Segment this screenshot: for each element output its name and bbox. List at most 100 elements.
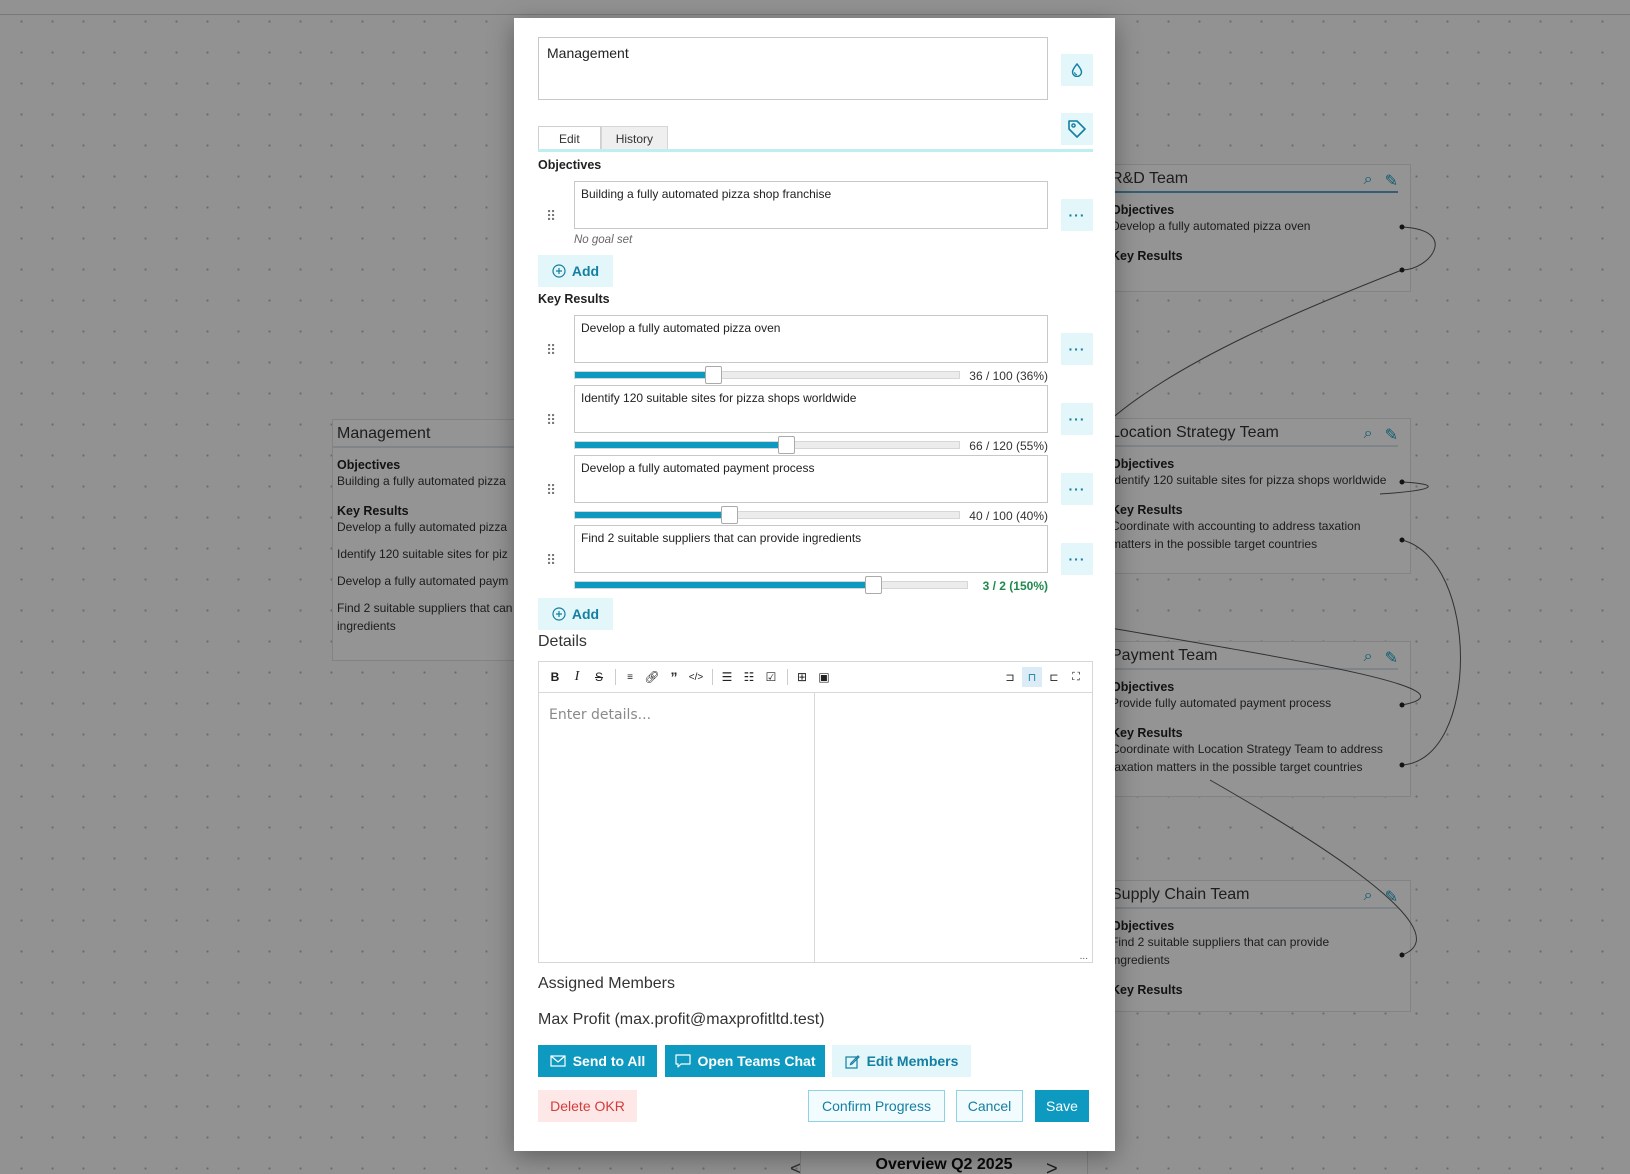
toolbar-separator xyxy=(712,669,713,685)
tag-button[interactable] xyxy=(1061,113,1093,145)
details-markdown-editor: B I S ≡ 🔗︎ ” </> ☰ ☷ ☑ ⊞ ▣ ⊐ ⊓ ⊏ ⛶ Enter… xyxy=(538,661,1093,963)
drag-handle-icon[interactable]: ⠿ xyxy=(546,482,556,499)
key-result-progress-text: 36 / 100 (36%) xyxy=(969,369,1048,383)
key-result-input[interactable]: Identify 120 suitable sites for pizza sh… xyxy=(574,385,1048,433)
details-placeholder: Enter details... xyxy=(549,707,652,723)
drag-handle-icon[interactable]: ⠿ xyxy=(546,552,556,569)
quote-icon[interactable]: ” xyxy=(664,667,684,687)
slider-thumb[interactable] xyxy=(720,506,738,524)
bold-icon[interactable]: B xyxy=(545,667,565,687)
more-icon: ··· xyxy=(1068,207,1086,223)
key-result-text: Find 2 suitable suppliers that can provi… xyxy=(581,531,862,545)
add-label: Add xyxy=(571,263,600,279)
tag-icon xyxy=(1068,120,1086,138)
key-result-more-button[interactable]: ··· xyxy=(1061,333,1093,365)
details-input-pane[interactable]: Enter details... xyxy=(539,693,815,962)
droplet-icon xyxy=(1071,63,1083,77)
key-result-input[interactable]: Develop a fully automated payment proces… xyxy=(574,455,1048,503)
toolbar-separator xyxy=(615,669,616,685)
key-result-progress-text: 40 / 100 (40%) xyxy=(969,509,1048,523)
drag-handle-icon[interactable]: ⠿ xyxy=(546,342,556,359)
add-objective-button[interactable]: Add xyxy=(538,255,613,287)
open-teams-chat-button[interactable]: Open Teams Chat xyxy=(665,1045,825,1077)
more-icon: ··· xyxy=(1068,551,1086,567)
okr-name-value: Management xyxy=(547,45,629,61)
plus-circle-icon xyxy=(552,607,566,621)
more-icon: ··· xyxy=(1068,481,1086,497)
task-list-icon[interactable]: ☑ xyxy=(761,667,781,687)
slider-fill xyxy=(575,582,873,588)
strikethrough-icon[interactable]: S xyxy=(589,667,609,687)
mail-icon xyxy=(550,1055,566,1067)
dialog-tabs: Edit History xyxy=(538,126,669,150)
open-teams-chat-label: Open Teams Chat xyxy=(697,1053,816,1069)
drag-handle-icon[interactable]: ⠿ xyxy=(546,208,556,225)
tab-history[interactable]: History xyxy=(600,126,669,150)
details-preview-pane xyxy=(816,693,1092,962)
key-result-input[interactable]: Develop a fully automated pizza oven xyxy=(574,315,1048,363)
okr-name-input[interactable]: Management xyxy=(538,37,1048,100)
color-picker-button[interactable] xyxy=(1061,54,1093,86)
key-result-progress-text: 66 / 120 (55%) xyxy=(969,439,1048,453)
editor-toolbar: B I S ≡ 🔗︎ ” </> ☰ ☷ ☑ ⊞ ▣ ⊐ ⊓ ⊏ ⛶ xyxy=(539,662,1092,693)
delete-okr-button[interactable]: Delete OKR xyxy=(538,1090,637,1122)
italic-icon[interactable]: I xyxy=(567,667,587,687)
key-result-more-button[interactable]: ··· xyxy=(1061,543,1093,575)
send-to-all-label: Send to All xyxy=(572,1053,646,1069)
tab-underline xyxy=(538,149,1093,152)
key-result-text: Develop a fully automated payment proces… xyxy=(581,461,815,475)
objective-input[interactable]: Building a fully automated pizza shop fr… xyxy=(574,181,1048,229)
key-result-progress-slider[interactable] xyxy=(574,366,960,384)
save-button[interactable]: Save xyxy=(1035,1090,1089,1122)
objective-goal-status: No goal set xyxy=(574,234,633,246)
bullet-list-icon[interactable]: ☰ xyxy=(717,667,737,687)
toolbar-separator xyxy=(787,669,788,685)
add-label: Add xyxy=(571,606,600,622)
slider-fill xyxy=(575,372,714,378)
details-heading: Details xyxy=(538,633,587,650)
tab-edit[interactable]: Edit xyxy=(538,126,601,150)
assigned-member: Max Profit (max.profit@maxprofitltd.test… xyxy=(538,1011,825,1028)
objectives-heading: Objectives xyxy=(538,158,602,172)
key-result-text: Identify 120 suitable sites for pizza sh… xyxy=(581,391,857,405)
confirm-progress-button[interactable]: Confirm Progress xyxy=(808,1090,945,1122)
send-to-all-button[interactable]: Send to All xyxy=(538,1045,657,1077)
edit-members-button[interactable]: Edit Members xyxy=(832,1045,971,1077)
chat-icon xyxy=(674,1054,691,1068)
add-key-result-button[interactable]: Add xyxy=(538,598,613,630)
slider-fill xyxy=(575,442,787,448)
heading-icon[interactable]: ≡ xyxy=(620,667,640,687)
okr-edit-dialog: Management Edit History Objectives ⠿ Bui… xyxy=(514,18,1115,1151)
key-result-more-button[interactable]: ··· xyxy=(1061,403,1093,435)
slider-thumb[interactable] xyxy=(864,576,882,594)
resize-handle-icon[interactable]: ... xyxy=(1080,951,1088,962)
edit-icon xyxy=(844,1054,860,1069)
plus-circle-icon xyxy=(552,264,566,278)
objective-more-button[interactable]: ··· xyxy=(1061,199,1093,231)
key-result-input[interactable]: Find 2 suitable suppliers that can provi… xyxy=(574,525,1048,573)
code-icon[interactable]: </> xyxy=(686,667,706,687)
key-result-progress-slider[interactable] xyxy=(574,436,960,454)
split-view-icon[interactable]: ⊓ xyxy=(1022,667,1042,687)
edit-members-label: Edit Members xyxy=(866,1053,959,1069)
key-result-more-button[interactable]: ··· xyxy=(1061,473,1093,505)
more-icon: ··· xyxy=(1068,411,1086,427)
link-icon[interactable]: 🔗︎ xyxy=(642,667,662,687)
slider-thumb[interactable] xyxy=(778,436,796,454)
preview-left-icon[interactable]: ⊐ xyxy=(1000,667,1020,687)
objective-text: Building a fully automated pizza shop fr… xyxy=(581,187,832,201)
slider-thumb[interactable] xyxy=(705,366,723,384)
table-icon[interactable]: ⊞ xyxy=(792,667,812,687)
fullscreen-icon[interactable]: ⛶ xyxy=(1066,667,1086,687)
cancel-button[interactable]: Cancel xyxy=(956,1090,1023,1122)
key-result-text: Develop a fully automated pizza oven xyxy=(581,321,781,335)
key-result-progress-slider[interactable] xyxy=(574,506,960,524)
numbered-list-icon[interactable]: ☷ xyxy=(739,667,759,687)
key-results-heading: Key Results xyxy=(538,292,610,306)
preview-right-icon[interactable]: ⊏ xyxy=(1044,667,1064,687)
slider-fill xyxy=(575,512,729,518)
drag-handle-icon[interactable]: ⠿ xyxy=(546,412,556,429)
image-icon[interactable]: ▣ xyxy=(814,667,834,687)
key-result-progress-slider[interactable] xyxy=(574,576,968,594)
assigned-members-heading: Assigned Members xyxy=(538,975,675,992)
